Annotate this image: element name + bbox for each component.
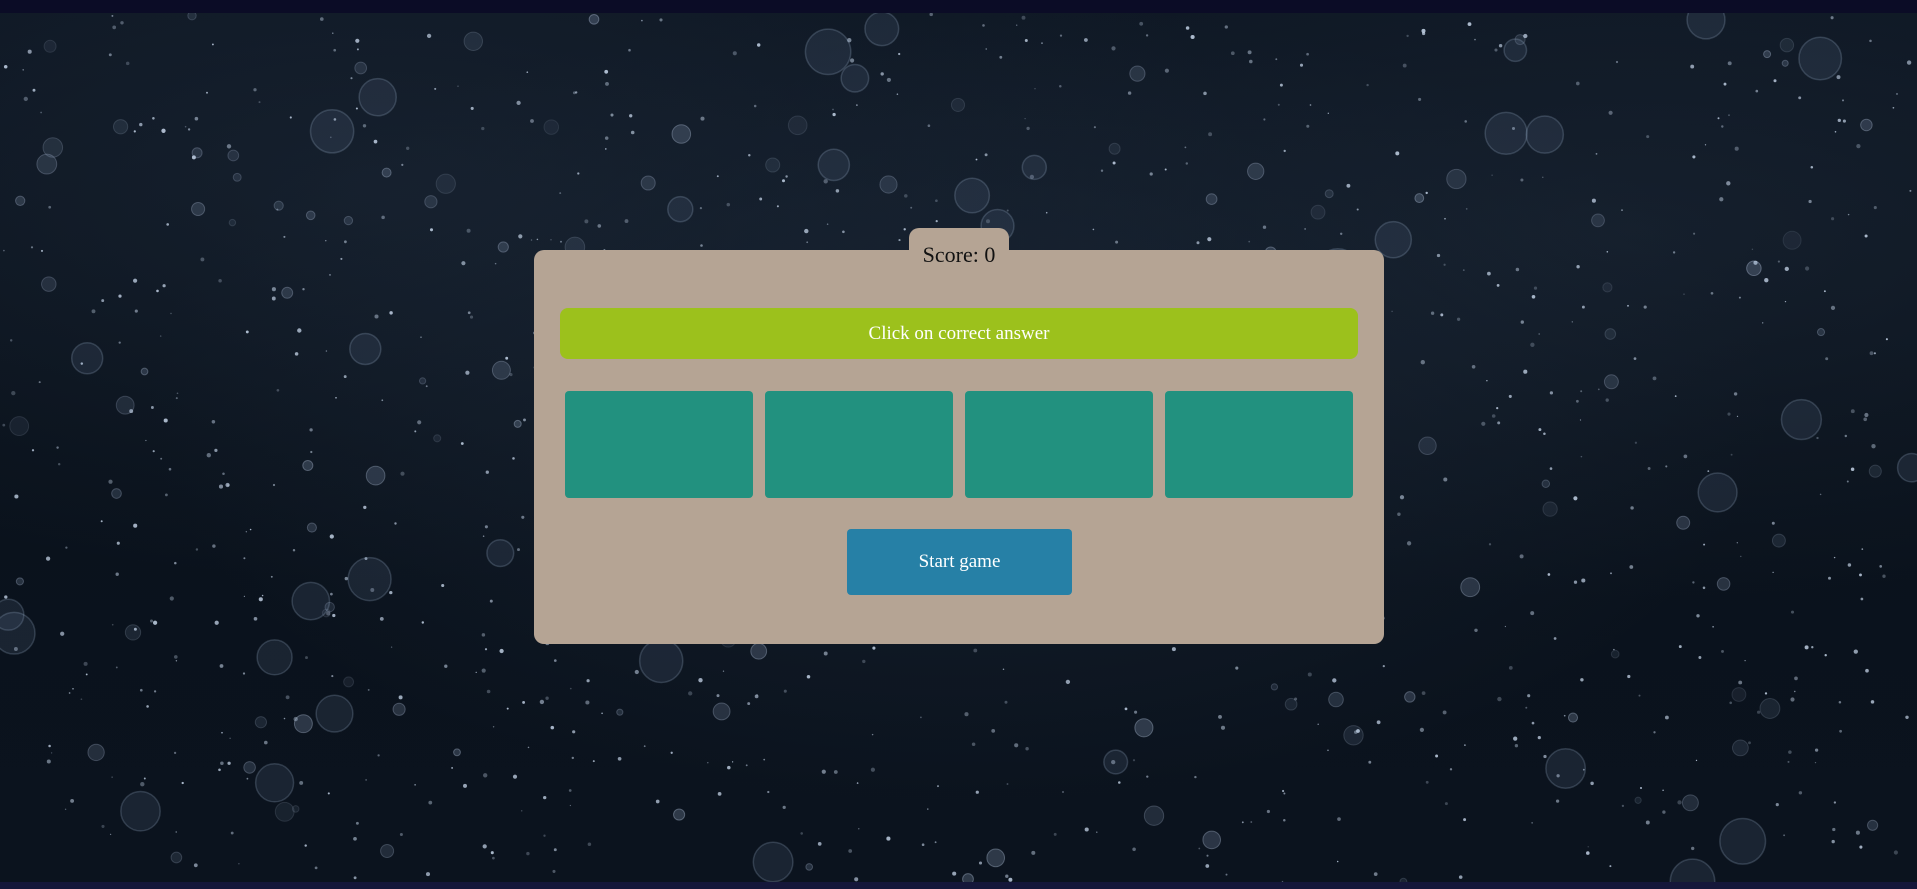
- instruction-bar: Click on correct answer: [560, 308, 1358, 359]
- answer-option-2[interactable]: [765, 391, 953, 498]
- instruction-text: Click on correct answer: [868, 323, 1050, 344]
- answer-option-4[interactable]: [1165, 391, 1353, 498]
- answer-options: [565, 391, 1354, 498]
- score-label: Score: 0: [922, 242, 996, 267]
- score-display: Score: 0: [909, 228, 1009, 280]
- top-strip: [0, 0, 1917, 13]
- answer-option-3[interactable]: [965, 391, 1153, 498]
- bottom-strip: [0, 882, 1917, 889]
- start-game-button[interactable]: Start game: [847, 529, 1072, 595]
- answer-option-1[interactable]: [565, 391, 753, 498]
